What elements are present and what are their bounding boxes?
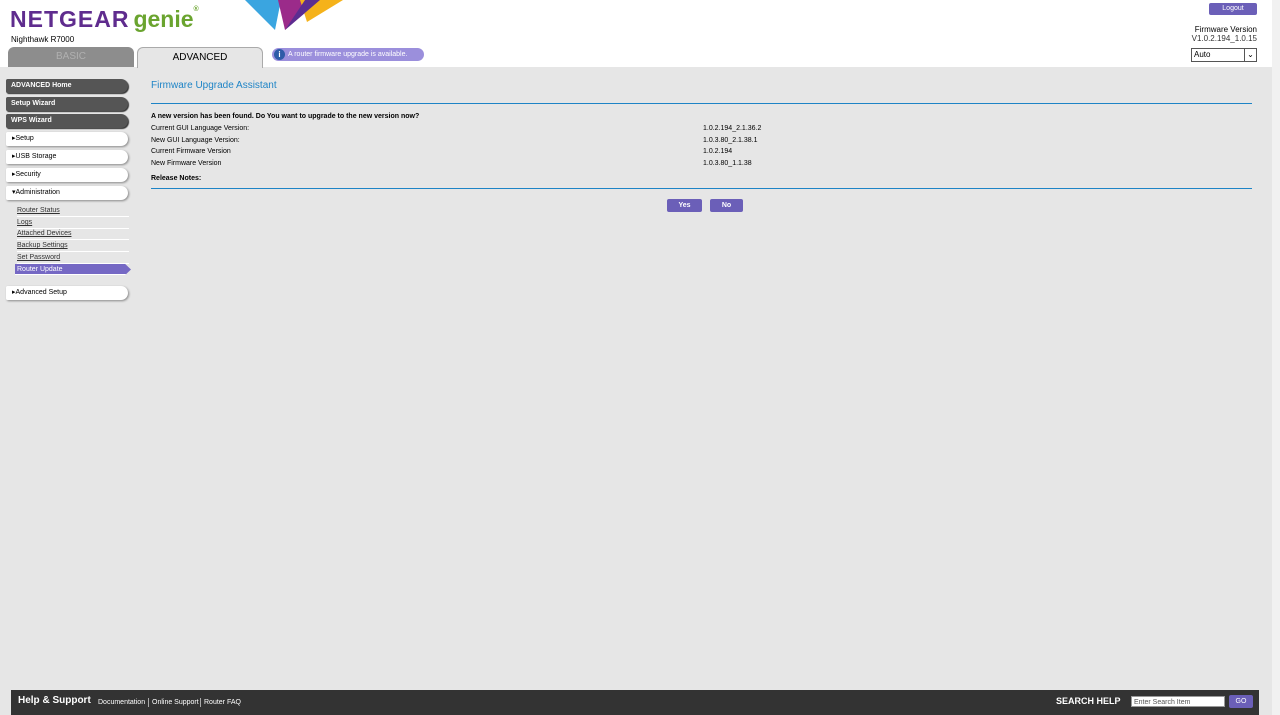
model-name: Nighthawk R7000 <box>11 35 75 44</box>
online-support-link[interactable]: Online Support <box>152 699 199 706</box>
upgrade-question: A new version has been found. Do You wan… <box>151 113 420 120</box>
language-select[interactable]: Auto ⌄ <box>1191 48 1257 62</box>
new-gui-language-label: New GUI Language Version: <box>151 137 240 144</box>
firmware-notice[interactable]: i A router firmware upgrade is available… <box>272 48 424 61</box>
sidebar-item-label: Setup <box>15 135 34 142</box>
documentation-link[interactable]: Documentation <box>98 699 145 706</box>
search-input[interactable]: Enter Search Item <box>1131 696 1225 707</box>
sidebar-item-label: Advanced Setup <box>15 289 67 296</box>
sidebar-subitem-backup-settings[interactable]: Backup Settings <box>17 240 129 252</box>
sidebar-subitem-router-status[interactable]: Router Status <box>17 205 129 217</box>
help-support-title: Help & Support <box>18 695 91 706</box>
info-icon: i <box>274 49 285 60</box>
sidebar-subitem-router-update[interactable]: Router Update <box>15 264 131 275</box>
sidebar-item-advanced-setup[interactable]: ▸Advanced Setup <box>6 286 128 300</box>
router-faq-link[interactable]: Router FAQ <box>204 699 241 706</box>
logo-triangles-graphic <box>245 0 343 30</box>
current-firmware-label: Current Firmware Version <box>151 148 231 155</box>
sidebar-item-setup[interactable]: ▸Setup <box>6 132 128 146</box>
sidebar-item-usb-storage[interactable]: ▸USB Storage <box>6 150 128 164</box>
new-firmware-value: 1.0.3.80_1.1.38 <box>703 160 752 167</box>
header-bar: NETGEAR genie® Nighthawk R7000 BASIC ADVA… <box>0 0 1280 68</box>
divider <box>151 188 1252 189</box>
no-button[interactable]: No <box>710 199 743 212</box>
new-gui-language-value: 1.0.3.80_2.1.38.1 <box>703 137 758 144</box>
sidebar-item-wps-wizard[interactable]: WPS Wizard <box>6 114 128 128</box>
sidebar-subitem-attached-devices[interactable]: Attached Devices <box>17 228 129 240</box>
sidebar-subitem-set-password[interactable]: Set Password <box>17 252 129 264</box>
scrollbar[interactable] <box>1272 0 1280 715</box>
firmware-version-label: Firmware Version <box>1194 25 1257 34</box>
go-button[interactable]: GO <box>1229 695 1253 708</box>
current-gui-language-value: 1.0.2.194_2.1.36.2 <box>703 125 762 132</box>
new-firmware-label: New Firmware Version <box>151 160 222 167</box>
sidebar-item-label: Administration <box>15 189 60 196</box>
divider <box>200 698 201 707</box>
current-gui-language-label: Current GUI Language Version: <box>151 125 250 132</box>
firmware-version-value: V1.0.2.194_1.0.15 <box>1191 34 1257 43</box>
sidebar-item-label: Security <box>15 171 41 178</box>
release-notes-label: Release Notes: <box>151 175 202 182</box>
footer: Help & Support Documentation Online Supp… <box>11 690 1259 715</box>
chevron-down-icon: ⌄ <box>1244 49 1256 61</box>
language-select-value: Auto <box>1194 50 1211 59</box>
search-help-label: SEARCH HELP <box>1056 696 1121 706</box>
divider <box>148 698 149 707</box>
sidebar-item-administration[interactable]: ▾Administration <box>6 186 128 200</box>
sidebar-item-setup-wizard[interactable]: Setup Wizard <box>6 97 128 111</box>
netgear-genie-logo: NETGEAR genie® <box>10 6 200 32</box>
current-firmware-value: 1.0.2.194 <box>703 148 733 155</box>
yes-button[interactable]: Yes <box>667 199 702 212</box>
tab-advanced[interactable]: ADVANCED <box>137 47 263 68</box>
divider <box>151 103 1252 104</box>
page-title: Firmware Upgrade Assistant <box>151 80 277 91</box>
logout-button[interactable]: Logout <box>1209 3 1257 15</box>
sidebar-item-security[interactable]: ▸Security <box>6 168 128 182</box>
tab-basic[interactable]: BASIC <box>8 47 134 67</box>
firmware-notice-text: A router firmware upgrade is available. <box>288 51 408 58</box>
sidebar-item-label: USB Storage <box>15 153 57 160</box>
sidebar-item-advanced-home[interactable]: ADVANCED Home <box>6 79 128 93</box>
